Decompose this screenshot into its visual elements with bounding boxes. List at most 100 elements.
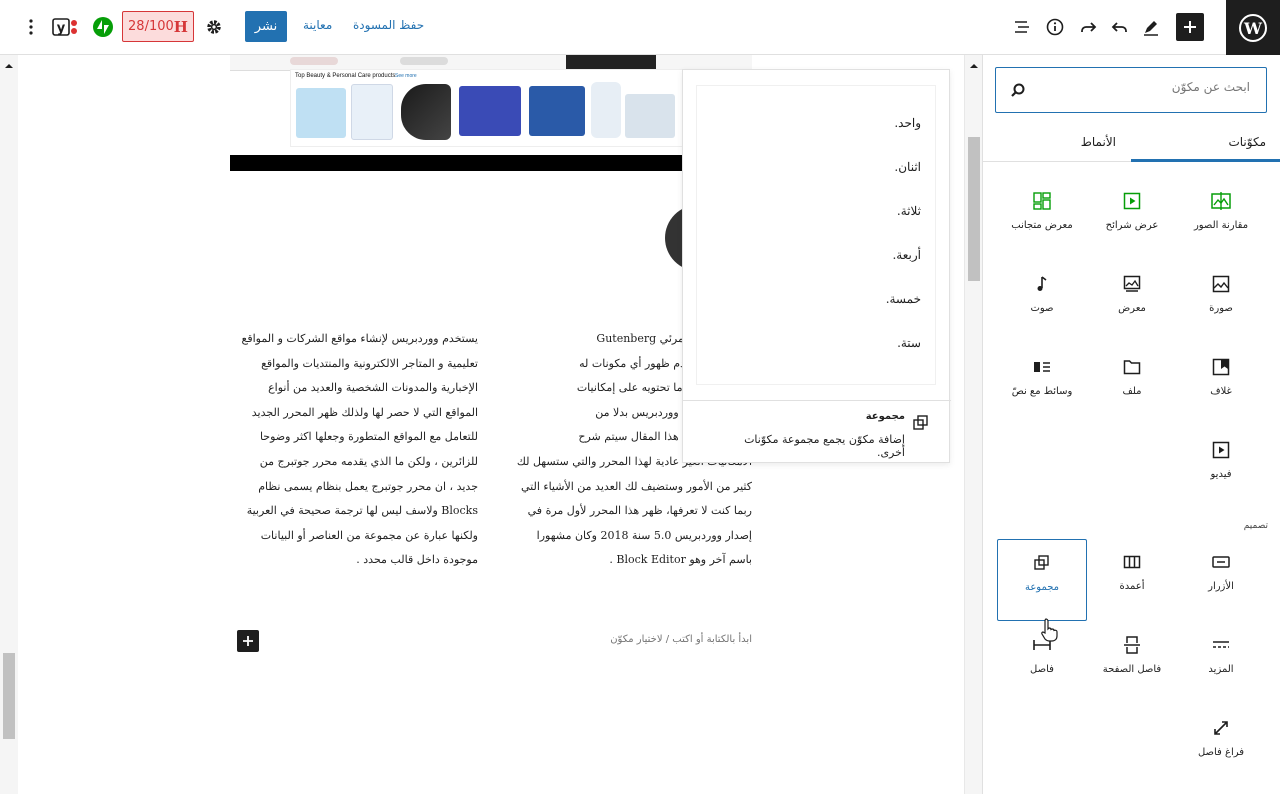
block-search-input[interactable] <box>1050 80 1250 94</box>
block-columns[interactable]: أعمدة <box>1087 539 1177 621</box>
block-media-text[interactable]: وسائط مع نصّ <box>997 344 1087 426</box>
undo-button[interactable] <box>1106 13 1134 41</box>
list-view-button[interactable] <box>1008 13 1036 41</box>
block-more[interactable]: المزيد <box>1176 622 1266 704</box>
block-audio[interactable]: صوت <box>997 261 1087 343</box>
gallery-icon <box>1123 275 1141 292</box>
slideshow-icon <box>1123 192 1141 210</box>
svg-text:W: W <box>1243 19 1263 38</box>
file-icon <box>1123 360 1141 375</box>
block-file[interactable]: ملف <box>1087 344 1177 426</box>
block-gallery[interactable]: معرض <box>1087 261 1177 343</box>
redo-button[interactable] <box>1074 13 1102 41</box>
tools-button[interactable] <box>1137 13 1165 41</box>
hand-pointer-cursor-icon <box>1041 618 1058 642</box>
block-preview-canvas: واحد. اثنان. ثلاثة. أربعة. خمسة. ستة. <box>697 86 935 384</box>
settings-button[interactable] <box>200 13 228 41</box>
inserter-scroll-thumb[interactable] <box>968 137 980 281</box>
preview-block-description: إضافة مكوّن يجمع مجموعة مكوّنات أخرى. <box>744 433 905 459</box>
yoast-icon: y <box>52 18 77 36</box>
preview-line: ثلاثة. <box>896 204 921 218</box>
options-button[interactable] <box>22 14 40 40</box>
preview-line: خمسة. <box>885 292 921 306</box>
group-icon <box>1034 555 1049 570</box>
block-label: المزيد <box>1208 664 1234 675</box>
jetpack-icon <box>93 17 113 37</box>
preview-line: اثنان. <box>894 160 921 174</box>
seo-score-button[interactable]: 28/100 H <box>122 11 194 42</box>
plus-icon <box>243 636 253 646</box>
block-spacer[interactable]: فراغ فاصل <box>1176 705 1266 787</box>
block-video[interactable]: فيديو <box>1176 427 1266 509</box>
more-icon <box>1213 641 1229 648</box>
paragraph-line: الإخبارية والمدونات الشخصية والعديد من أ… <box>268 381 478 395</box>
block-page-break[interactable]: فاصل الصفحة <box>1087 622 1177 704</box>
block-label: صوت <box>1030 303 1054 314</box>
block-label: معرض متجانب <box>1011 220 1073 231</box>
inserter-scrollbar[interactable] <box>964 55 982 794</box>
empty-block-placeholder[interactable]: ابدأ بالكتابة أو اكتب / لاختيار مكوّن <box>610 634 752 645</box>
preview-block-title: مجموعة <box>865 411 905 422</box>
block-label: مقارنة الصور <box>1193 220 1249 231</box>
block-slideshow[interactable]: عرض شرائح <box>1087 178 1177 260</box>
spacer-icon <box>1214 721 1228 735</box>
paragraph-line: موجودة داخل قالب محدد . <box>356 553 478 567</box>
block-label: معرض <box>1118 303 1146 314</box>
block-label: مجموعة <box>1024 582 1060 593</box>
save-draft-button[interactable]: حفظ المسودة <box>353 18 424 32</box>
product-banner-image[interactable]: Top Beauty & Personal Care products See … <box>230 55 752 171</box>
left-column-paragraph[interactable]: يستخدم ووردبريس لإنشاء مواقع الشركات و ا… <box>228 327 479 573</box>
block-image-compare[interactable]: مقارنة الصور <box>1176 178 1266 260</box>
block-group[interactable]: مجموعة <box>997 539 1087 621</box>
block-search-box[interactable] <box>995 67 1267 113</box>
media-text-icon <box>1034 362 1050 372</box>
banner-link[interactable]: See more <box>395 73 417 79</box>
canvas-scroll-thumb[interactable] <box>3 653 15 739</box>
preview-button[interactable]: معاينة <box>303 18 332 32</box>
block-buttons[interactable]: الأزرار <box>1176 539 1266 621</box>
paragraph-line: كثير من الأمور وستضيف لك العديد من الأشي… <box>521 479 752 493</box>
paragraph-line: ولكنها عبارة عن مجموعة من العناصر أو الب… <box>260 528 478 542</box>
paragraph-line: المواقع التي لا حصر لها ولذلك ظهر المحرر… <box>251 405 478 419</box>
plus-icon <box>1184 21 1196 33</box>
wordpress-logo-button[interactable]: W <box>1226 0 1280 55</box>
details-button[interactable] <box>1041 13 1069 41</box>
block-label: فاصل الصفحة <box>1102 664 1162 675</box>
more-vertical-icon <box>29 19 33 35</box>
canvas-scrollbar[interactable] <box>0 55 18 794</box>
tab-blocks[interactable]: مكوّنات <box>1228 135 1266 149</box>
inline-add-block-button[interactable] <box>237 630 259 652</box>
block-tiled-gallery[interactable]: معرض متجانب <box>997 178 1087 260</box>
block-label: عرض شرائح <box>1105 220 1159 231</box>
jetpack-button[interactable] <box>90 14 116 40</box>
seo-score-text: 28/100 <box>128 19 174 34</box>
publish-button[interactable]: نشر <box>245 11 287 42</box>
tab-patterns[interactable]: الأنماط <box>1081 135 1116 149</box>
block-label: أعمدة <box>1119 581 1145 592</box>
group-icon <box>913 415 928 430</box>
block-image[interactable]: صورة <box>1176 261 1266 343</box>
preview-line: ستة. <box>897 336 921 350</box>
info-icon <box>1046 18 1064 36</box>
paragraph-line: جديد ، ان محرر جوتبرج يعمل بنظام يسمى نظ… <box>258 479 478 493</box>
block-label: صورة <box>1209 303 1233 314</box>
video-icon <box>1212 441 1230 459</box>
editor-top-toolbar: W نشر معاينة حفظ المسودة 28/100 H y <box>0 0 1280 55</box>
block-label: فاصل <box>1030 664 1054 675</box>
paragraph-line: للتعامل مع المواقع المتطورة وجعلها اكثر … <box>259 430 478 444</box>
active-tab-indicator <box>1131 159 1280 162</box>
yoast-button[interactable]: y <box>50 14 80 40</box>
block-inserter-panel: مكوّنات الأنماط مقارنة الصور عرض شرائح م… <box>982 55 1280 794</box>
block-preview-popover: واحد. اثنان. ثلاثة. أربعة. خمسة. ستة. مج… <box>682 69 951 463</box>
block-label: ملف <box>1122 386 1142 397</box>
block-cover[interactable]: غلاف <box>1176 344 1266 426</box>
preview-line: واحد. <box>894 116 921 130</box>
paragraph-line: تعليمية و المتاجر الالكترونية والمنتديات… <box>261 356 478 370</box>
block-label: فراغ فاصل <box>1197 747 1245 758</box>
seo-letter-icon: H <box>173 17 188 36</box>
add-block-button[interactable] <box>1176 13 1204 41</box>
cover-icon <box>1212 358 1230 376</box>
category-heading-design: تصميم <box>1243 521 1268 531</box>
buttons-icon <box>1212 556 1230 568</box>
tiled-gallery-icon <box>1033 192 1051 210</box>
